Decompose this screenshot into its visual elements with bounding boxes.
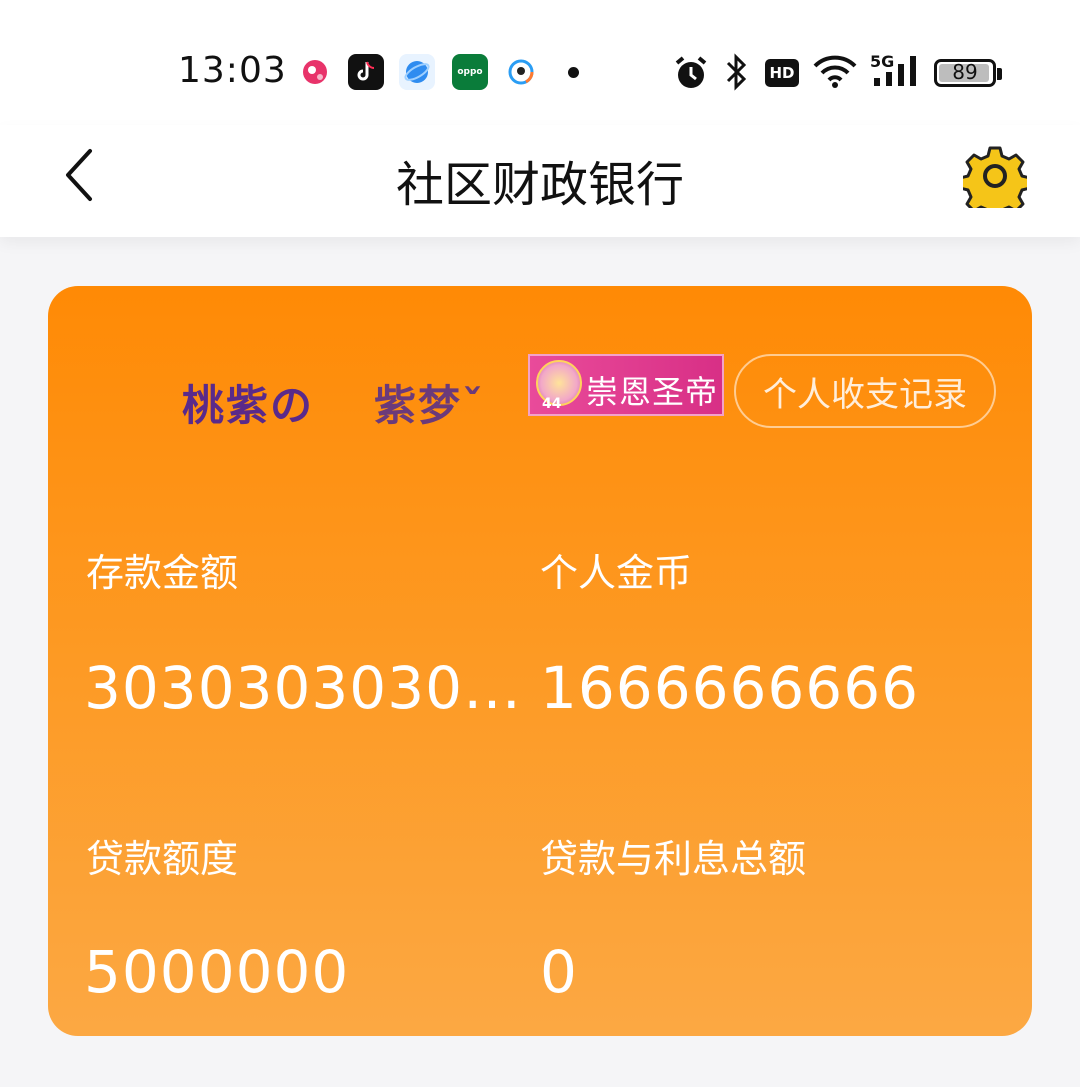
more-notifications-dot [568, 67, 579, 78]
deposit-value: 30303030303… [84, 654, 530, 722]
oppo-icon: oppo [452, 54, 488, 90]
loan-total-value: 0 [540, 938, 578, 1006]
settings-button[interactable] [960, 141, 1030, 211]
wifi-icon [813, 55, 857, 88]
user-name-part2: 紫梦ˇ [374, 381, 486, 430]
hd-icon: HD [765, 59, 799, 87]
status-time: 13:03 [178, 50, 287, 91]
tiktok-icon [348, 54, 384, 90]
loan-limit-label: 贷款额度 [86, 837, 239, 881]
status-bar: 13:03 oppo HD 5G 89 [0, 0, 1080, 125]
kugou-icon [297, 54, 333, 90]
bank-account-card: 桃紫の 紫梦ˇ 44 崇恩圣帝 个人收支记录 存款金额 个人金币 3030303… [48, 286, 1032, 1036]
gear-icon [963, 146, 1027, 208]
coins-value: 1666666666 [540, 654, 920, 722]
battery-percent: 89 [952, 60, 978, 84]
deposit-label: 存款金额 [86, 551, 239, 595]
coins-label: 个人金币 [540, 551, 693, 595]
loan-total-label: 贷款与利息总额 [540, 837, 807, 881]
battery-icon: 89 [934, 59, 1002, 87]
page-title: 社区财政银行 [395, 157, 684, 213]
title-badge: 44 崇恩圣帝 [528, 354, 724, 416]
browser-icon [399, 54, 435, 90]
bluetooth-icon [726, 53, 747, 91]
user-name-part1: 桃紫の [182, 381, 315, 430]
signal-icon [874, 56, 916, 86]
qq-icon [503, 54, 539, 90]
badge-text: 崇恩圣帝 [586, 373, 719, 411]
alarm-icon [675, 56, 707, 88]
loan-limit-value: 5000000 [84, 938, 350, 1006]
personal-records-button[interactable]: 个人收支记录 [734, 354, 996, 428]
badge-level: 44 [542, 396, 562, 412]
nav-bar: 社区财政银行 [0, 125, 1080, 237]
